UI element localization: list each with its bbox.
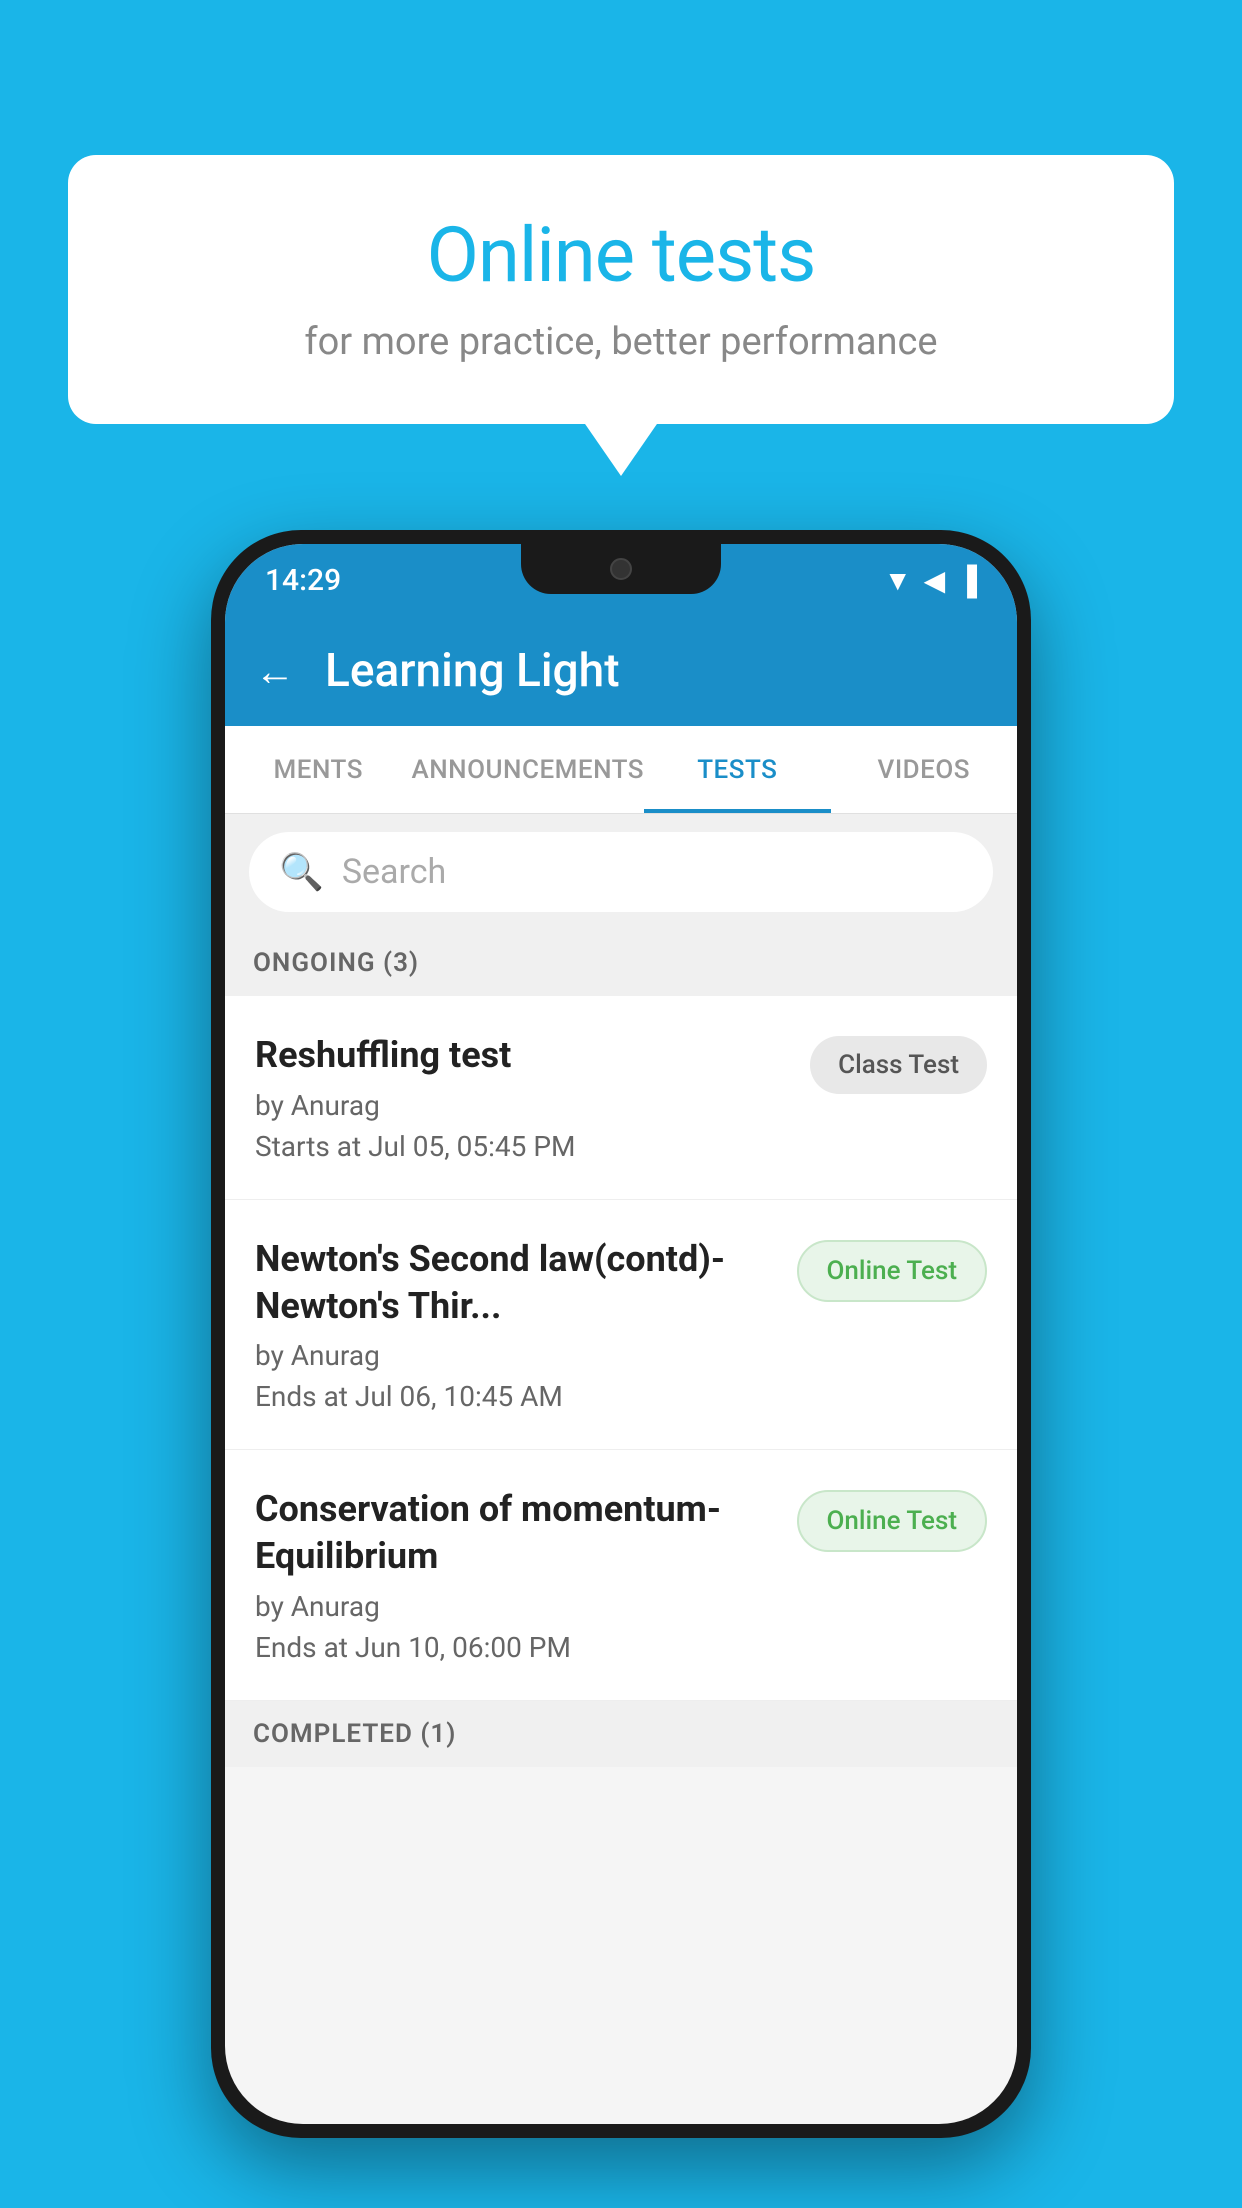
search-container: 🔍 Search	[225, 814, 1017, 930]
signal-icon: ◀	[924, 564, 946, 597]
completed-section-header: COMPLETED (1)	[225, 1701, 1017, 1767]
status-time: 14:29	[265, 563, 341, 598]
bubble-subtitle: for more practice, better performance	[128, 320, 1114, 364]
tab-tests[interactable]: TESTS	[644, 726, 830, 813]
tabs-container: MENTS ANNOUNCEMENTS TESTS VIDEOS	[225, 726, 1017, 814]
test-author-2: by Anurag	[255, 1339, 777, 1372]
test-title-3: Conservation of momentum-Equilibrium	[255, 1486, 777, 1580]
search-icon: 🔍	[279, 851, 324, 893]
bubble-title: Online tests	[128, 210, 1114, 300]
speech-bubble-container: Online tests for more practice, better p…	[68, 155, 1174, 424]
battery-icon: ▐	[957, 564, 977, 597]
phone-notch	[521, 544, 721, 594]
app-bar: ← Learning Light	[225, 616, 1017, 726]
test-author-1: by Anurag	[255, 1089, 790, 1122]
test-date-3: Ends at Jun 10, 06:00 PM	[255, 1631, 777, 1664]
test-badge-3: Online Test	[797, 1490, 988, 1552]
tab-ments[interactable]: MENTS	[225, 726, 411, 813]
wifi-icon: ▼	[884, 564, 912, 597]
ongoing-section-header: ONGOING (3)	[225, 930, 1017, 996]
phone-wrapper: 14:29 ▼ ◀ ▐ ← Learning Light MENTS ANNOU…	[211, 530, 1031, 2138]
status-icons: ▼ ◀ ▐	[884, 564, 977, 597]
test-info-3: Conservation of momentum-Equilibrium by …	[255, 1486, 797, 1664]
test-date-1: Starts at Jul 05, 05:45 PM	[255, 1130, 790, 1163]
search-box[interactable]: 🔍 Search	[249, 832, 993, 912]
phone-camera	[610, 558, 632, 580]
test-item-3[interactable]: Conservation of momentum-Equilibrium by …	[225, 1450, 1017, 1701]
tab-announcements[interactable]: ANNOUNCEMENTS	[411, 726, 644, 813]
phone-outer: 14:29 ▼ ◀ ▐ ← Learning Light MENTS ANNOU…	[211, 530, 1031, 2138]
phone-screen: 14:29 ▼ ◀ ▐ ← Learning Light MENTS ANNOU…	[225, 544, 1017, 2124]
test-author-3: by Anurag	[255, 1590, 777, 1623]
search-placeholder: Search	[342, 852, 446, 892]
speech-bubble: Online tests for more practice, better p…	[68, 155, 1174, 424]
test-badge-1: Class Test	[810, 1036, 987, 1094]
test-info-2: Newton's Second law(contd)-Newton's Thir…	[255, 1236, 797, 1414]
test-item-1[interactable]: Reshuffling test by Anurag Starts at Jul…	[225, 996, 1017, 1200]
test-item-2[interactable]: Newton's Second law(contd)-Newton's Thir…	[225, 1200, 1017, 1451]
test-title-1: Reshuffling test	[255, 1032, 790, 1079]
test-badge-2: Online Test	[797, 1240, 988, 1302]
test-date-2: Ends at Jul 06, 10:45 AM	[255, 1380, 777, 1413]
test-info-1: Reshuffling test by Anurag Starts at Jul…	[255, 1032, 810, 1163]
test-title-2: Newton's Second law(contd)-Newton's Thir…	[255, 1236, 777, 1330]
tab-videos[interactable]: VIDEOS	[831, 726, 1017, 813]
back-button[interactable]: ←	[255, 648, 295, 695]
app-bar-title: Learning Light	[325, 644, 620, 698]
